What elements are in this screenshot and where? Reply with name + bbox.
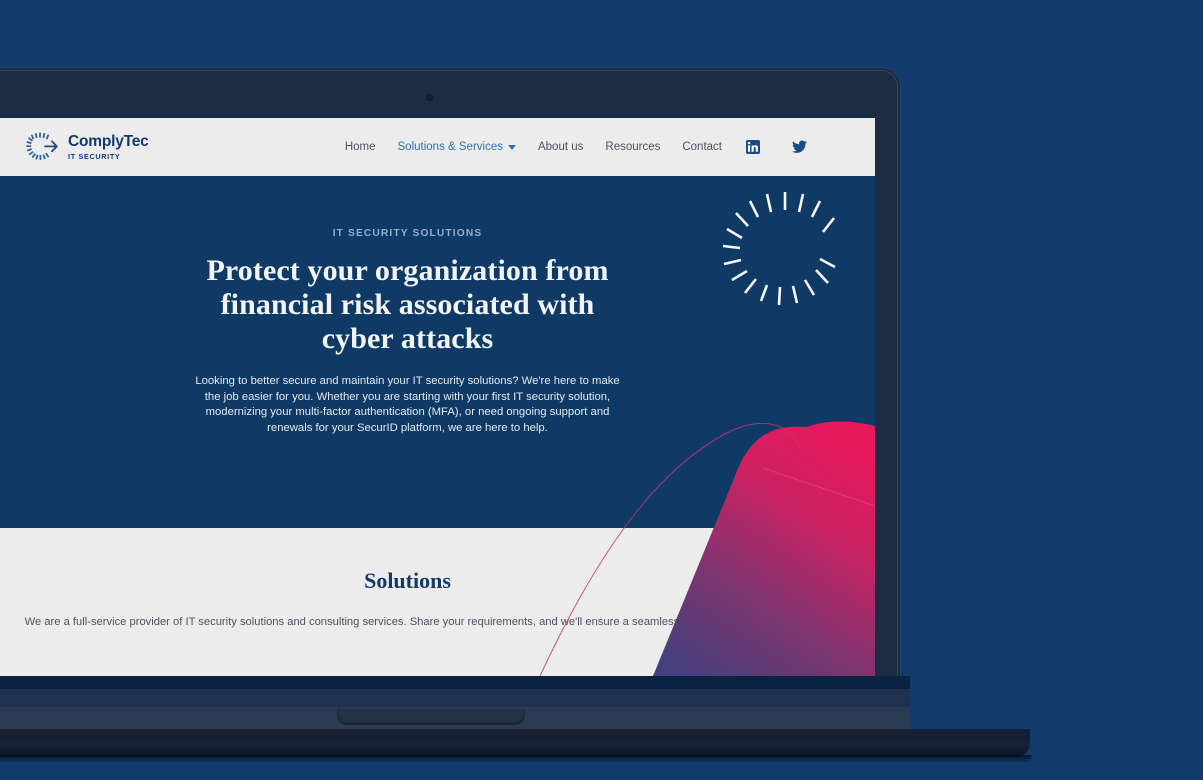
nav-item-solutions-services-label: Solutions & Services bbox=[397, 141, 503, 153]
laptop-base-band-mid bbox=[0, 689, 910, 707]
linkedin-glyph bbox=[746, 140, 760, 154]
twitter-glyph bbox=[792, 140, 807, 153]
laptop-base bbox=[0, 676, 1203, 780]
brand-logo[interactable]: ComplyTec IT SECURITY bbox=[26, 131, 149, 164]
solutions-title: Solutions bbox=[364, 568, 451, 593]
nav-item-resources[interactable]: Resources bbox=[605, 141, 660, 153]
main-navigation: Home Solutions & Services About us Resou… bbox=[345, 140, 807, 154]
brand-text: ComplyTec IT SECURITY bbox=[68, 134, 149, 160]
hero-content: IT SECURITY SOLUTIONS Protect your organ… bbox=[193, 176, 623, 436]
nav-item-home[interactable]: Home bbox=[345, 141, 376, 153]
laptop-base-shadow bbox=[0, 755, 1032, 763]
laptop-base-band-top bbox=[0, 676, 910, 689]
scene: ComplyTec IT SECURITY Home Solutions & S… bbox=[0, 0, 1203, 780]
twitter-icon[interactable] bbox=[792, 140, 807, 154]
hero-title: Protect your organization from financial… bbox=[206, 254, 609, 355]
laptop-base-lip-shine bbox=[0, 729, 1030, 739]
solutions-content: Solutions We are a full-service provider… bbox=[0, 528, 875, 630]
hero-eyebrow: IT SECURITY SOLUTIONS bbox=[332, 228, 483, 239]
brand-tagline: IT SECURITY bbox=[68, 151, 121, 161]
site-header: ComplyTec IT SECURITY Home Solutions & S… bbox=[0, 118, 875, 176]
brand-name: ComplyTec bbox=[68, 133, 149, 151]
hero-paragraph: Looking to better secure and maintain yo… bbox=[195, 375, 620, 434]
nav-item-solutions-services[interactable]: Solutions & Services bbox=[398, 141, 516, 153]
solutions-paragraph: We are a full-service provider of IT sec… bbox=[24, 616, 791, 628]
hero-section: IT SECURITY SOLUTIONS Protect your organ… bbox=[0, 176, 875, 528]
linkedin-icon[interactable] bbox=[746, 140, 760, 154]
webcam-icon bbox=[426, 94, 433, 101]
nav-item-about-us[interactable]: About us bbox=[538, 141, 583, 153]
radial-burst-arrow-icon bbox=[26, 132, 58, 160]
laptop-base-notch bbox=[337, 709, 525, 725]
laptop-screen: ComplyTec IT SECURITY Home Solutions & S… bbox=[0, 118, 875, 676]
chevron-down-icon bbox=[507, 144, 516, 150]
nav-item-contact[interactable]: Contact bbox=[682, 141, 722, 153]
solutions-section: Solutions We are a full-service provider… bbox=[0, 528, 875, 676]
